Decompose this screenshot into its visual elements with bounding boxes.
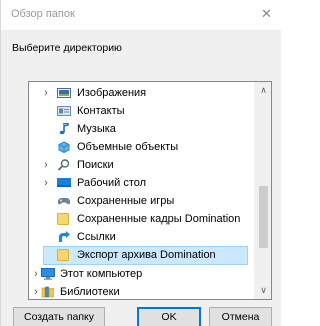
tree-item-saved-games[interactable]: Сохраненные игры — [41, 192, 253, 210]
window-title: Обзор папок — [11, 8, 75, 20]
tree-item-contacts[interactable]: Контакты — [41, 102, 253, 120]
close-icon: ✕ — [261, 6, 272, 21]
tree-item-label: Библиотеки — [60, 286, 120, 298]
ok-button[interactable]: OK — [137, 307, 201, 326]
expand-chevron-icon[interactable]: › — [31, 283, 41, 299]
tree-item-label: Этот компьютер — [60, 268, 143, 280]
tree-item-pictures[interactable]: › Изображения — [41, 84, 253, 102]
tree-item-label: Поиски — [77, 159, 114, 171]
chevron-down-icon: ∨ — [260, 285, 267, 295]
scrollbar-thumb[interactable] — [259, 186, 268, 248]
folder-icon — [57, 249, 69, 261]
expand-chevron-icon[interactable]: › — [41, 174, 51, 192]
tree-item-label: Сохраненные игры — [77, 195, 175, 207]
expand-chevron-icon[interactable]: › — [41, 156, 51, 174]
scroll-down-arrow[interactable]: ∨ — [255, 282, 271, 299]
expand-chevron-icon[interactable]: › — [31, 265, 41, 283]
saved-games-icon — [57, 195, 71, 207]
tree-item-label: Музыка — [77, 123, 116, 135]
tree-item-label: Контакты — [77, 105, 125, 117]
tree-item-label: Экспорт архива Domination — [77, 249, 216, 261]
3d-objects-icon — [57, 141, 71, 154]
cancel-button[interactable]: Отмена — [209, 307, 272, 326]
music-icon — [57, 122, 71, 135]
chevron-up-icon: ∧ — [260, 85, 267, 95]
title-bar[interactable]: Обзор папок ✕ — [1, 0, 281, 30]
tree-item-searches[interactable]: › Поиски — [41, 156, 253, 174]
tree-item-libraries[interactable]: › Библиотеки — [29, 283, 253, 299]
tree-item-this-pc[interactable]: › Этот компьютер — [29, 265, 253, 283]
scroll-up-arrow[interactable]: ∧ — [255, 82, 271, 99]
expand-chevron-icon[interactable]: › — [41, 84, 51, 102]
tree-item-label: Сохраненные кадры Domination — [77, 213, 241, 225]
libraries-icon — [41, 286, 55, 298]
searches-icon — [57, 159, 71, 171]
folder-tree[interactable]: › Изображения Контакты Музыка Объемные о… — [28, 81, 272, 300]
dialog-body: Выберите директорию › Изображения Контак… — [1, 30, 281, 326]
tree-item-desktop[interactable]: › Рабочий стол — [41, 174, 253, 192]
new-folder-button[interactable]: Создать папку — [13, 307, 105, 326]
browse-folder-dialog: Обзор папок ✕ Выберите директорию › Изоб… — [0, 0, 281, 326]
folder-icon — [57, 213, 69, 225]
desktop-icon — [57, 177, 71, 189]
instruction-text: Выберите директорию — [12, 42, 122, 54]
computer-icon — [41, 268, 55, 280]
pictures-icon — [57, 87, 71, 99]
tree-item-music[interactable]: Музыка — [41, 120, 253, 138]
tree-item-links[interactable]: Ссылки — [41, 228, 253, 246]
tree-item-label: Ссылки — [77, 231, 116, 243]
links-icon — [57, 231, 71, 243]
tree-item-export-archive[interactable]: Экспорт архива Domination — [43, 246, 248, 265]
tree-item-label: Рабочий стол — [77, 177, 147, 189]
vertical-scrollbar[interactable]: ∧ ∨ — [254, 82, 271, 299]
tree-item-saved-frames[interactable]: Сохраненные кадры Domination — [41, 210, 253, 228]
tree-item-3d-objects[interactable]: Объемные объекты — [41, 138, 253, 156]
tree-item-label: Изображения — [77, 87, 147, 99]
contacts-icon — [57, 105, 71, 117]
tree-item-label: Объемные объекты — [77, 141, 179, 153]
close-button[interactable]: ✕ — [251, 0, 281, 30]
